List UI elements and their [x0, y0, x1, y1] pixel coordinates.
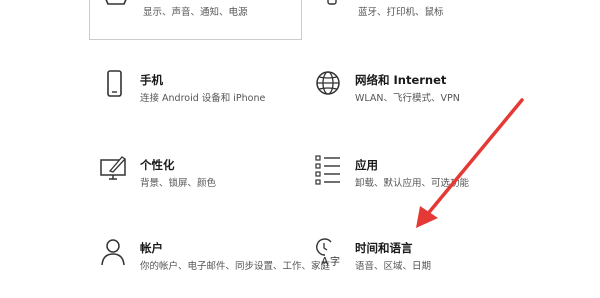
- time-language-icon: A 字: [315, 238, 345, 268]
- settings-tile-devices[interactable]: 蓝牙、打印机、鼠标: [318, 0, 518, 52]
- svg-text:字: 字: [330, 255, 340, 268]
- tile-title: 应用: [355, 158, 378, 172]
- settings-tile-personalization[interactable]: 个性化 背景、锁屏、颜色: [100, 155, 300, 215]
- devices-icon: [318, 0, 348, 22]
- settings-tile-accounts[interactable]: 帐户 你的帐户、电子邮件、同步设置、工作、家庭: [100, 238, 330, 298]
- settings-tile-time-language[interactable]: A 字 时间和语言 语音、区域、日期: [315, 238, 515, 298]
- settings-tile-network[interactable]: 网络和 Internet WLAN、飞行模式、VPN: [315, 70, 515, 130]
- settings-tile-apps[interactable]: 应用 卸载、默认应用、可选功能: [315, 155, 515, 215]
- tile-desc: 蓝牙、打印机、鼠标: [358, 7, 444, 18]
- globe-icon: [315, 70, 345, 100]
- tile-title: 时间和语言: [355, 241, 413, 255]
- settings-tile-phone[interactable]: 手机 连接 Android 设备和 iPhone: [100, 70, 300, 130]
- tile-desc: 卸载、默认应用、可选功能: [355, 178, 470, 189]
- tile-title: 个性化: [140, 158, 175, 172]
- tile-desc: 语音、区域、日期: [355, 261, 432, 272]
- settings-tile-system[interactable]: 显示、声音、通知、电源: [103, 0, 303, 52]
- tile-desc: WLAN、飞行模式、VPN: [355, 93, 460, 104]
- display-icon: [103, 0, 133, 22]
- tile-title: 帐户: [140, 241, 163, 255]
- tile-desc: 连接 Android 设备和 iPhone: [140, 93, 266, 104]
- person-icon: [100, 238, 130, 268]
- personalization-icon: [100, 155, 130, 185]
- phone-icon: [100, 70, 130, 100]
- apps-list-icon: [315, 155, 345, 185]
- tile-title: 网络和 Internet: [355, 73, 447, 87]
- tile-title: 手机: [140, 73, 163, 87]
- tile-desc: 你的帐户、电子邮件、同步设置、工作、家庭: [140, 261, 331, 272]
- tile-desc: 背景、锁屏、颜色: [140, 178, 217, 189]
- tile-desc: 显示、声音、通知、电源: [143, 7, 248, 18]
- svg-text:A: A: [321, 255, 329, 268]
